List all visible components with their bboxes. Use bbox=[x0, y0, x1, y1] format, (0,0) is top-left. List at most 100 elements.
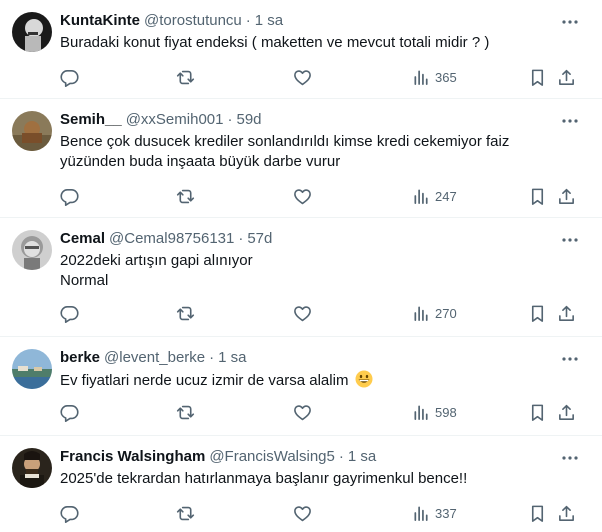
reply-button[interactable] bbox=[60, 498, 79, 528]
share-icon bbox=[559, 69, 574, 85]
author-name[interactable]: Cemal bbox=[60, 229, 105, 249]
tweet-4[interactable]: berke @levent_berke · 1 sa Ev fiyatlari … bbox=[0, 337, 602, 436]
retweet-button[interactable] bbox=[176, 397, 195, 427]
reply-button[interactable] bbox=[60, 298, 79, 328]
tweet-2[interactable]: Semih__ @xxSemih001 · 59d Bence çok dusu… bbox=[0, 99, 602, 218]
more-icon[interactable] bbox=[560, 113, 580, 129]
views-icon bbox=[414, 505, 428, 521]
bookmark-button[interactable] bbox=[528, 298, 547, 328]
heart-icon bbox=[294, 69, 311, 85]
share-button[interactable] bbox=[557, 62, 576, 92]
views-button[interactable]: 598 bbox=[412, 397, 457, 427]
author-handle[interactable]: @FrancisWalsing5 bbox=[209, 447, 335, 467]
tweet-line: 2025'de tekrardan hatırlanmaya başlanır … bbox=[60, 470, 468, 487]
tweet-1[interactable]: KuntaKinte @torostutuncu · 1 sa Buradaki… bbox=[0, 0, 602, 99]
views-button[interactable]: 247 bbox=[412, 181, 457, 211]
views-count: 270 bbox=[435, 305, 457, 321]
reply-icon bbox=[60, 305, 79, 323]
retweet-icon bbox=[176, 189, 195, 203]
retweet-button[interactable] bbox=[176, 498, 195, 528]
retweet-button[interactable] bbox=[176, 62, 195, 92]
dots-icon bbox=[562, 456, 578, 460]
retweet-button[interactable] bbox=[176, 298, 195, 328]
action-bar: 247 bbox=[0, 181, 602, 211]
more-icon[interactable] bbox=[560, 450, 580, 466]
retweet-icon bbox=[176, 405, 195, 419]
reply-button[interactable] bbox=[60, 397, 79, 427]
reply-button[interactable] bbox=[60, 62, 79, 92]
reply-icon bbox=[60, 188, 79, 206]
tweet-text: Ev fiyatlari nerde ucuz izmir de varsa a… bbox=[60, 370, 580, 391]
bookmark-button[interactable] bbox=[528, 397, 547, 427]
heart-icon bbox=[294, 188, 311, 204]
separator-dot: · bbox=[338, 448, 344, 465]
separator-dot: · bbox=[238, 230, 244, 247]
grinning-face-icon bbox=[355, 370, 373, 388]
avatar[interactable] bbox=[12, 12, 52, 52]
share-icon bbox=[559, 188, 574, 204]
share-icon bbox=[559, 505, 574, 521]
timestamp[interactable]: 59d bbox=[236, 110, 261, 130]
heart-icon bbox=[294, 305, 311, 321]
author-handle[interactable]: @torostutuncu bbox=[144, 11, 242, 31]
retweet-icon bbox=[176, 506, 195, 520]
dots-icon bbox=[562, 20, 578, 24]
views-button[interactable]: 337 bbox=[412, 498, 457, 528]
reply-icon bbox=[60, 505, 79, 523]
heart-icon bbox=[294, 404, 311, 420]
author-handle[interactable]: @xxSemih001 bbox=[126, 110, 224, 130]
bookmark-icon bbox=[531, 188, 544, 205]
tweet-text: 2022deki artışın gapi alınıyor Normal bbox=[60, 251, 580, 291]
views-count: 598 bbox=[435, 404, 457, 420]
views-button[interactable]: 270 bbox=[412, 298, 457, 328]
dots-icon bbox=[562, 238, 578, 242]
tweet-text: 2025'de tekrardan hatırlanmaya başlanır … bbox=[60, 469, 580, 489]
views-button[interactable]: 365 bbox=[412, 62, 457, 92]
action-bar: 270 bbox=[0, 298, 602, 328]
tweet-text: Buradaki konut fiyat endeksi ( maketten … bbox=[60, 33, 580, 53]
bookmark-button[interactable] bbox=[528, 498, 547, 528]
dots-icon bbox=[562, 119, 578, 123]
share-button[interactable] bbox=[557, 397, 576, 427]
author-handle[interactable]: @levent_berke bbox=[104, 348, 205, 368]
author-name[interactable]: KuntaKinte bbox=[60, 11, 140, 31]
avatar[interactable] bbox=[12, 111, 52, 151]
like-button[interactable] bbox=[293, 397, 312, 427]
timestamp[interactable]: 57d bbox=[247, 229, 272, 249]
like-button[interactable] bbox=[293, 181, 312, 211]
author-name[interactable]: Francis Walsingham bbox=[60, 447, 205, 467]
timestamp[interactable]: 1 sa bbox=[348, 447, 376, 467]
like-button[interactable] bbox=[293, 62, 312, 92]
bookmark-button[interactable] bbox=[528, 62, 547, 92]
more-icon[interactable] bbox=[560, 351, 580, 367]
more-icon[interactable] bbox=[560, 14, 580, 30]
tweet-5[interactable]: Francis Walsingham @FrancisWalsing5 · 1 … bbox=[0, 436, 602, 532]
views-icon bbox=[414, 69, 428, 85]
author-handle[interactable]: @Cemal98756131 bbox=[109, 229, 234, 249]
reply-button[interactable] bbox=[60, 181, 79, 211]
author-name[interactable]: berke bbox=[60, 348, 100, 368]
more-icon[interactable] bbox=[560, 232, 580, 248]
like-button[interactable] bbox=[293, 298, 312, 328]
timestamp[interactable]: 1 sa bbox=[255, 11, 283, 31]
share-icon bbox=[559, 305, 574, 321]
bookmark-icon bbox=[531, 69, 544, 86]
avatar[interactable] bbox=[12, 230, 52, 270]
author-name[interactable]: Semih__ bbox=[60, 110, 122, 130]
retweet-button[interactable] bbox=[176, 181, 195, 211]
views-icon bbox=[414, 404, 428, 420]
tweet-3[interactable]: Cemal @Cemal98756131 · 57d 2022deki artı… bbox=[0, 218, 602, 337]
avatar[interactable] bbox=[12, 448, 52, 488]
share-button[interactable] bbox=[557, 298, 576, 328]
share-button[interactable] bbox=[557, 181, 576, 211]
views-count: 247 bbox=[435, 188, 457, 204]
tweet-line: yüzünden buda inşaata büyük darbe vurur bbox=[60, 153, 341, 170]
tweet-line: Bence çok dusucek krediler sonlandırıldı… bbox=[60, 133, 510, 150]
avatar[interactable] bbox=[12, 349, 52, 389]
share-button[interactable] bbox=[557, 498, 576, 528]
bookmark-button[interactable] bbox=[528, 181, 547, 211]
bookmark-icon bbox=[531, 404, 544, 421]
tweet-text: Bence çok dusucek krediler sonlandırıldı… bbox=[60, 132, 580, 172]
timestamp[interactable]: 1 sa bbox=[218, 348, 246, 368]
like-button[interactable] bbox=[293, 498, 312, 528]
